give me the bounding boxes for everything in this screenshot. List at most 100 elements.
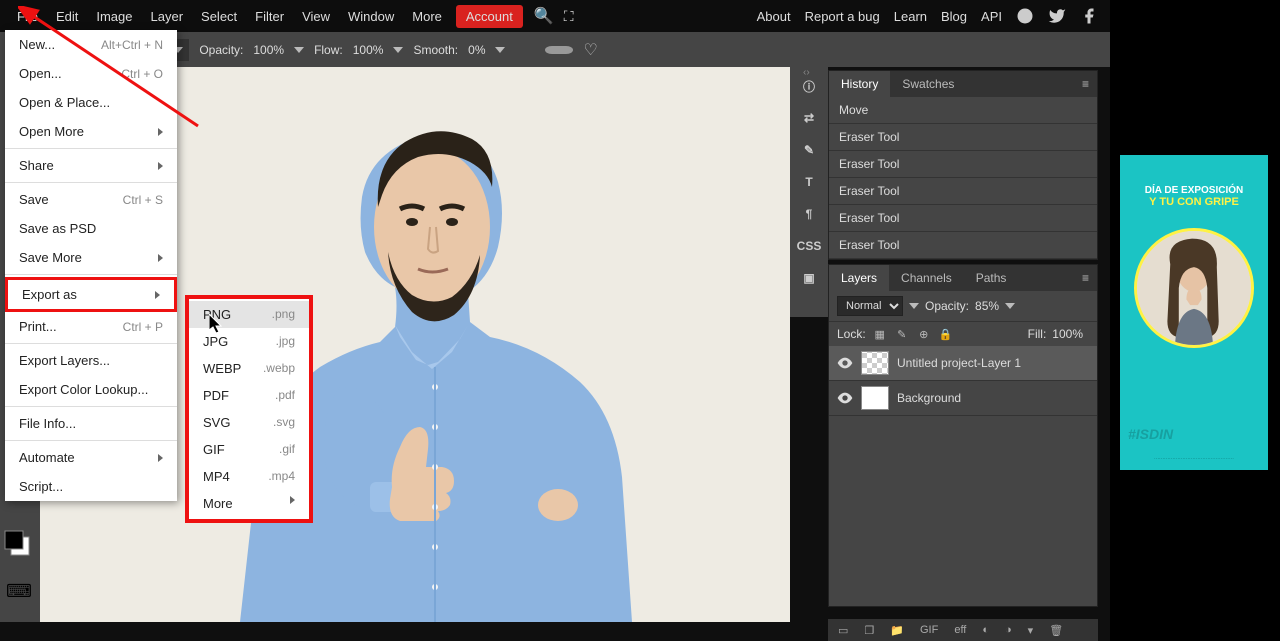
menu-share[interactable]: Share	[5, 151, 177, 180]
image-icon[interactable]: ▣	[796, 265, 822, 291]
visibility-icon[interactable]	[837, 390, 853, 406]
reddit-icon[interactable]	[1016, 7, 1034, 25]
color-swatches[interactable]	[3, 529, 33, 564]
lock-pixels-icon[interactable]: ✎	[894, 326, 910, 342]
trash-icon[interactable]: 🗑	[1045, 622, 1067, 639]
heart-icon[interactable]: ♡	[583, 40, 597, 60]
text-icon[interactable]: T	[796, 169, 822, 195]
opacity-dropdown-icon[interactable]	[294, 47, 304, 53]
paragraph-icon[interactable]: ¶	[796, 201, 822, 227]
menu-file-info[interactable]: File Info...	[5, 409, 177, 438]
tab-paths[interactable]: Paths	[964, 265, 1019, 291]
menu-open[interactable]: Open...Ctrl + O	[5, 59, 177, 88]
export-more[interactable]: More	[189, 490, 309, 517]
export-png[interactable]: PNG.png	[189, 301, 309, 328]
swap-icon[interactable]: ⇄	[796, 105, 822, 131]
export-mp4[interactable]: MP4.mp4	[189, 463, 309, 490]
brush-shape-icon[interactable]	[545, 46, 573, 54]
tab-history[interactable]: History	[829, 71, 890, 97]
css-icon[interactable]: CSS	[796, 233, 822, 259]
menu-image[interactable]: Image	[87, 3, 141, 30]
menu-filter[interactable]: Filter	[246, 3, 293, 30]
menu-export-lookup[interactable]: Export Color Lookup...	[5, 375, 177, 404]
tab-swatches[interactable]: Swatches	[890, 71, 966, 97]
gif-label[interactable]: GIF	[916, 622, 942, 638]
keyboard-icon[interactable]: ⌨	[6, 581, 32, 602]
mask-icon[interactable]: ◐	[978, 622, 993, 638]
menu-print[interactable]: Print...Ctrl + P	[5, 312, 177, 341]
menu-window[interactable]: Window	[339, 3, 403, 30]
export-webp[interactable]: WEBP.webp	[189, 355, 309, 382]
menu-export-as[interactable]: Export as	[5, 277, 177, 312]
menu-file[interactable]: File	[8, 3, 47, 30]
menu-open-place[interactable]: Open & Place...	[5, 88, 177, 117]
export-svg[interactable]: SVG.svg	[189, 409, 309, 436]
blend-mode-select[interactable]: Normal	[837, 296, 903, 316]
new-layer-icon[interactable]: ▭	[834, 622, 852, 639]
lock-position-icon[interactable]: ⊕	[916, 326, 932, 342]
fullscreen-icon[interactable]: ⛶	[564, 8, 574, 25]
tab-layers[interactable]: Layers	[829, 265, 889, 291]
chevron-right-icon	[155, 291, 160, 299]
menu-edit[interactable]: Edit	[47, 3, 87, 30]
chevron-down-icon[interactable]	[909, 303, 919, 309]
history-item[interactable]: Eraser Tool	[829, 232, 1097, 259]
menu-view[interactable]: View	[293, 3, 339, 30]
folder-icon[interactable]: 📁	[886, 622, 908, 639]
menu-automate[interactable]: Automate	[5, 443, 177, 472]
lock-transparent-icon[interactable]: ▦	[872, 326, 888, 342]
export-pdf[interactable]: PDF.pdf	[189, 382, 309, 409]
link-learn[interactable]: Learn	[894, 9, 927, 24]
ad-sidebar[interactable]: DÍA DE EXPOSICIÓN Y TU CON GRIPE #ISDIN …	[1120, 155, 1268, 470]
lock-all-icon[interactable]: 🔒	[938, 326, 954, 342]
history-item[interactable]: Eraser Tool	[829, 151, 1097, 178]
panel-handle-left[interactable]: ‹›	[803, 67, 810, 78]
layer-opacity-value[interactable]: 85%	[975, 299, 999, 313]
link-about[interactable]: About	[757, 9, 791, 24]
link-bug[interactable]: Report a bug	[805, 9, 880, 24]
export-jpg[interactable]: JPG.jpg	[189, 328, 309, 355]
merge-icon[interactable]: ▾	[1024, 622, 1038, 639]
panel-menu-icon[interactable]: ≡	[1074, 73, 1097, 95]
menu-script[interactable]: Script...	[5, 472, 177, 501]
menu-open-more[interactable]: Open More	[5, 117, 177, 146]
export-gif[interactable]: GIF.gif	[189, 436, 309, 463]
menu-save-psd[interactable]: Save as PSD	[5, 214, 177, 243]
history-item[interactable]: Move	[829, 97, 1097, 124]
adjustment-icon[interactable]: ◑	[1001, 622, 1016, 638]
smooth-dropdown-icon[interactable]	[495, 47, 505, 53]
panel-menu-icon[interactable]: ≡	[1074, 267, 1097, 289]
chevron-down-icon[interactable]	[1005, 303, 1015, 309]
search-icon[interactable]: 🔍	[534, 6, 554, 26]
opacity-label: Opacity:	[925, 299, 969, 313]
smooth-value[interactable]: 0%	[468, 43, 485, 57]
eff-label[interactable]: eff	[950, 622, 970, 638]
duplicate-icon[interactable]: ❐	[860, 622, 878, 639]
tab-channels[interactable]: Channels	[889, 265, 964, 291]
brush-icon[interactable]: ✎	[796, 137, 822, 163]
facebook-icon[interactable]	[1080, 7, 1098, 25]
file-dropdown-menu: New...Alt+Ctrl + N Open...Ctrl + O Open …	[5, 30, 177, 501]
menu-new[interactable]: New...Alt+Ctrl + N	[5, 30, 177, 59]
menu-more[interactable]: More	[403, 3, 451, 30]
visibility-icon[interactable]	[837, 355, 853, 371]
layer-row[interactable]: Background	[829, 381, 1097, 416]
menu-export-layers[interactable]: Export Layers...	[5, 346, 177, 375]
history-item[interactable]: Eraser Tool	[829, 124, 1097, 151]
menu-layer[interactable]: Layer	[142, 3, 193, 30]
flow-value[interactable]: 100%	[353, 43, 384, 57]
link-blog[interactable]: Blog	[941, 9, 967, 24]
opacity-value[interactable]: 100%	[253, 43, 284, 57]
menu-select[interactable]: Select	[192, 3, 246, 30]
history-item[interactable]: Eraser Tool	[829, 178, 1097, 205]
menu-save[interactable]: SaveCtrl + S	[5, 185, 177, 214]
menu-account[interactable]: Account	[456, 5, 523, 28]
history-panel: History Swatches ≡ Move Eraser Tool Eras…	[828, 70, 1098, 260]
flow-dropdown-icon[interactable]	[393, 47, 403, 53]
menu-save-more[interactable]: Save More	[5, 243, 177, 272]
history-item[interactable]: Eraser Tool	[829, 205, 1097, 232]
twitter-icon[interactable]	[1048, 7, 1066, 25]
fill-value[interactable]: 100%	[1052, 327, 1083, 341]
layer-row[interactable]: Untitled project-Layer 1	[829, 346, 1097, 381]
link-api[interactable]: API	[981, 9, 1002, 24]
